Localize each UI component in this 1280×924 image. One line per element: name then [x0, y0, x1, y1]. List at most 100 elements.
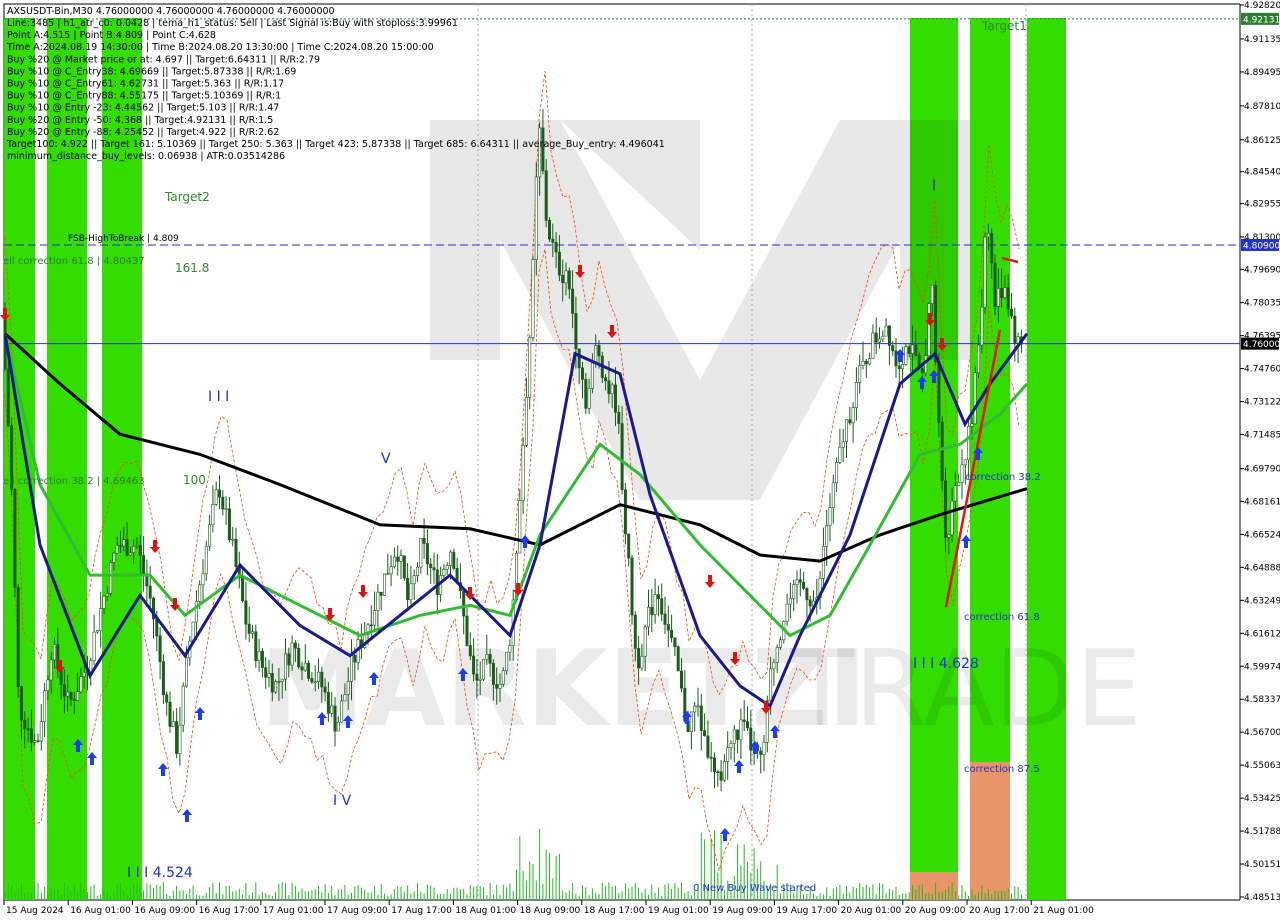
- candle-body: [722, 761, 726, 781]
- candle-body: [551, 238, 555, 243]
- candle-body: [95, 630, 99, 633]
- candle-body: [346, 681, 350, 695]
- candle-body: [851, 407, 855, 424]
- annotation-label: correction 38.2: [965, 472, 1041, 483]
- candle-body: [861, 360, 865, 366]
- candle-body: [419, 537, 423, 568]
- candle-body: [712, 757, 716, 773]
- time-tick-label: 20 Aug 17:00: [969, 906, 1030, 916]
- candle-body: [251, 631, 255, 634]
- info-line: Point A:4.515 | Point B:4.809 | Point C:…: [7, 30, 216, 41]
- candle-body: [980, 306, 984, 346]
- candle-body: [132, 546, 136, 553]
- annotation-label: I I I 4.628: [913, 656, 979, 672]
- candle-body: [785, 603, 789, 622]
- candle-body: [613, 384, 617, 413]
- price-tick-label: 4.51788: [1244, 827, 1280, 837]
- candle-body: [821, 546, 825, 579]
- candle-body: [759, 750, 763, 755]
- candle-body: [399, 555, 403, 562]
- candle-body: [901, 364, 905, 370]
- candle-body: [6, 368, 10, 426]
- candle-body: [260, 650, 264, 668]
- annotation-label: correction 87.5: [964, 764, 1040, 775]
- candle-body: [947, 534, 951, 538]
- candle-body: [693, 705, 697, 713]
- candle-body: [128, 552, 132, 556]
- annotation-label: 161.8: [175, 261, 209, 275]
- info-line: Target100: 4.922 || Target 161: 5.10369 …: [6, 139, 665, 150]
- candle-body: [267, 673, 271, 678]
- candle-body: [871, 332, 875, 359]
- candle-body: [168, 701, 172, 727]
- candle-body: [148, 585, 152, 599]
- candle-body: [211, 504, 215, 526]
- candle-body: [224, 508, 228, 511]
- candle-body: [481, 659, 485, 680]
- time-tick-label: 18 Aug 09:00: [520, 906, 581, 916]
- candle-body: [333, 705, 337, 732]
- candle-body: [940, 421, 944, 482]
- candle-body: [415, 566, 419, 576]
- candle-body: [161, 661, 165, 695]
- candle-body: [689, 711, 693, 733]
- time-tick-label: 19 Aug 09:00: [712, 906, 773, 916]
- price-tick-label: 4.50151: [1244, 860, 1280, 870]
- candle-body: [485, 654, 489, 660]
- candle-body: [39, 721, 43, 742]
- candle-body: [676, 646, 680, 672]
- candle-body: [927, 303, 931, 356]
- time-tick-label: 18 Aug 17:00: [584, 906, 645, 916]
- candle-body: [491, 663, 495, 685]
- candle-body: [858, 365, 862, 383]
- candle-body: [838, 446, 842, 463]
- annotation-label: I I I: [208, 389, 229, 405]
- time-tick-label: 19 Aug 17:00: [776, 906, 837, 916]
- candle-body: [957, 482, 961, 486]
- annotation-label: I I I 4.524: [127, 865, 193, 881]
- candle-body: [732, 729, 736, 744]
- candle-body: [425, 543, 429, 565]
- candle-body: [323, 686, 327, 693]
- candle-body: [1003, 287, 1007, 298]
- candle-body: [112, 552, 116, 563]
- annotation-label: V: [381, 451, 391, 467]
- svg-text:TRADE: TRADE: [789, 628, 1142, 750]
- price-tick-label: 4.53425: [1244, 794, 1280, 804]
- info-line: Time A:2024.08.19 14:30:00 | Time B:2024…: [6, 42, 434, 53]
- candle-body: [528, 337, 532, 398]
- price-tick-label: 4.84540: [1244, 168, 1280, 178]
- candle-body: [105, 593, 109, 597]
- candle-body: [462, 590, 466, 617]
- candle-body: [33, 740, 37, 743]
- candle-body: [214, 489, 218, 505]
- candle-body: [43, 690, 47, 723]
- candle-body: [181, 685, 185, 726]
- candle-body: [353, 654, 357, 663]
- candle-body: [996, 288, 1000, 307]
- candle-body: [663, 613, 667, 625]
- candle-body: [769, 668, 773, 701]
- candle-body: [452, 551, 456, 569]
- candle-body: [293, 642, 297, 649]
- candle-body: [874, 332, 878, 343]
- price-tick-label: 4.78035: [1244, 299, 1280, 309]
- candle-body: [142, 555, 146, 575]
- candle-body: [607, 380, 611, 395]
- candle-body: [23, 719, 27, 730]
- candle-body: [891, 345, 895, 352]
- candle-body: [66, 691, 70, 697]
- candle-body: [406, 577, 410, 600]
- candle-body: [881, 335, 885, 340]
- candle-body: [802, 581, 806, 589]
- candle-body: [646, 606, 650, 628]
- candle-body: [719, 771, 723, 781]
- candle-body: [198, 584, 202, 602]
- candle-body: [330, 705, 334, 714]
- candle-body: [478, 678, 482, 681]
- candle-body: [574, 313, 578, 350]
- candle-body: [656, 594, 660, 599]
- candle-body: [986, 233, 990, 238]
- candle-body: [99, 608, 103, 631]
- candle-body: [412, 575, 416, 585]
